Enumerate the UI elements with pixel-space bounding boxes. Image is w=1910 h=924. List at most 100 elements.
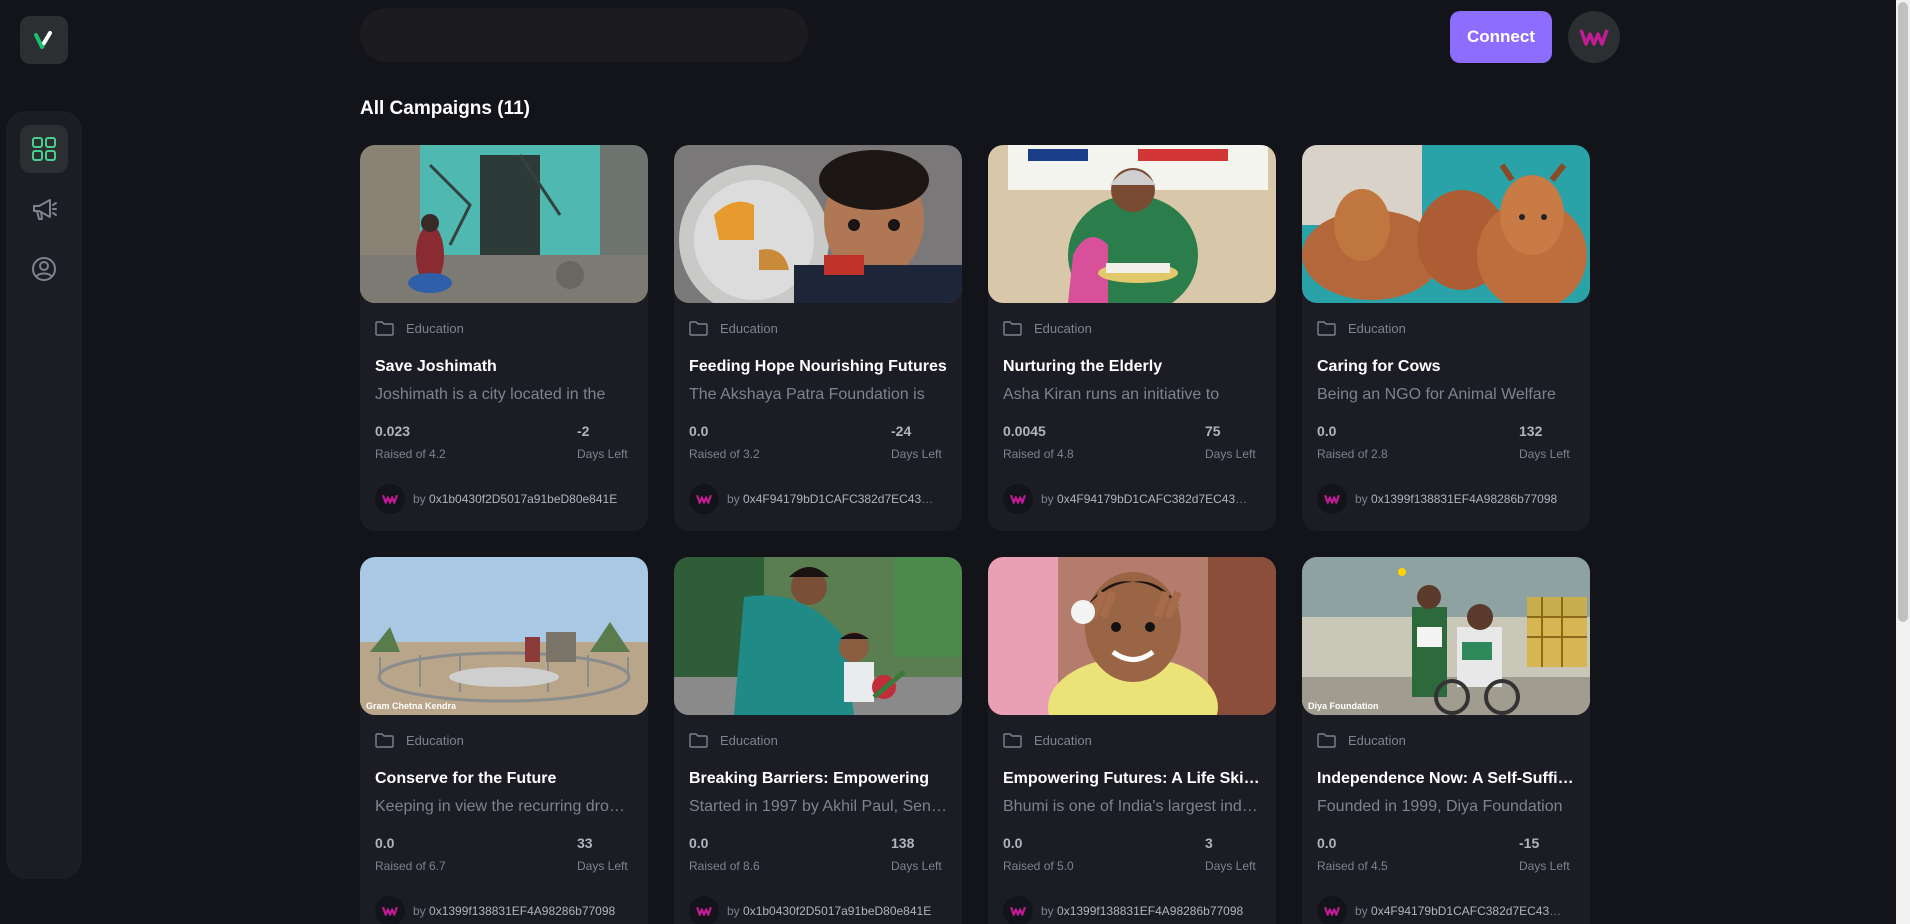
raised-of-target: Raised of 4.8 bbox=[1003, 447, 1074, 461]
owner-row: by 0x1399f138831EF4A98286b77098 bbox=[1317, 484, 1567, 514]
days-left-label: Days Left bbox=[891, 447, 942, 461]
profile-icon bbox=[32, 257, 56, 281]
folder-icon bbox=[375, 733, 394, 748]
raised-of-target: Raised of 6.7 bbox=[375, 859, 446, 873]
campaign-title: Independence Now: A Self-Sufficient bbox=[1317, 770, 1575, 787]
campaign-card[interactable]: Education Caring for Cows Being an NGO f… bbox=[1302, 145, 1590, 531]
dashboard-grid-icon bbox=[32, 137, 56, 161]
amount-raised: 0.023 bbox=[375, 423, 411, 439]
owner-avatar bbox=[1003, 484, 1033, 514]
campaign-image: Gram Chetna Kendra bbox=[360, 557, 648, 715]
raised-of-target: Raised of 3.2 bbox=[689, 447, 760, 461]
amount-raised: 0.0 bbox=[689, 835, 709, 851]
scrollbar[interactable] bbox=[1896, 0, 1910, 924]
campaign-title: Empowering Futures: A Life Skills bbox=[1003, 770, 1261, 787]
scrollbar-thumb[interactable] bbox=[1898, 2, 1908, 622]
image-caption: Diya Foundation bbox=[1308, 701, 1379, 711]
amount-raised: 0.0 bbox=[375, 835, 395, 851]
owner-address: by 0x1399f138831EF4A98286b77098 bbox=[413, 904, 616, 918]
sidebar-item-profile[interactable] bbox=[20, 245, 68, 293]
category-row: Education bbox=[1317, 321, 1406, 336]
amount-raised: 0.0045 bbox=[1003, 423, 1046, 439]
owner-logo-icon bbox=[696, 906, 712, 916]
owner-address: by 0x4F94179bD1CAFC382d7EC43264 bbox=[1041, 492, 1253, 506]
owner-logo-icon bbox=[1010, 494, 1026, 504]
campaign-description: Keeping in view the recurring drought bbox=[375, 798, 633, 815]
campaign-description: Bhumi is one of India's largest independ… bbox=[1003, 798, 1261, 815]
owner-row: by 0x1399f138831EF4A98286b77098 bbox=[1003, 896, 1253, 924]
amount-raised: 0.0 bbox=[1317, 835, 1337, 851]
campaign-image bbox=[988, 145, 1276, 303]
folder-icon bbox=[1317, 321, 1336, 336]
folder-icon bbox=[689, 733, 708, 748]
connect-button[interactable]: Connect bbox=[1450, 11, 1552, 63]
owner-avatar bbox=[1317, 484, 1347, 514]
owner-row: by 0x1399f138831EF4A98286b77098 bbox=[375, 896, 625, 924]
days-left-label: Days Left bbox=[1205, 447, 1256, 461]
raised-of-target: Raised of 5.0 bbox=[1003, 859, 1074, 873]
category-label: Education bbox=[720, 733, 778, 748]
campaign-megaphone-icon bbox=[33, 199, 57, 220]
folder-icon bbox=[1003, 321, 1022, 336]
days-left-label: Days Left bbox=[1519, 447, 1570, 461]
category-row: Education bbox=[1003, 321, 1092, 336]
campaign-description: The Akshaya Patra Foundation is bbox=[689, 386, 925, 403]
campaign-description: Joshimath is a city located in the bbox=[375, 386, 606, 403]
category-row: Education bbox=[375, 733, 464, 748]
days-left-label: Days Left bbox=[577, 447, 628, 461]
logo-icon bbox=[34, 31, 52, 49]
owner-row: by 0x4F94179bD1CAFC382d7EC43264 bbox=[689, 484, 939, 514]
folder-icon bbox=[375, 321, 394, 336]
campaign-description: Asha Kiran runs an initiative to bbox=[1003, 386, 1220, 403]
campaign-card[interactable]: Education Save Joshimath Joshimath is a … bbox=[360, 145, 648, 531]
folder-icon bbox=[1317, 733, 1336, 748]
days-left-value: 138 bbox=[891, 835, 915, 851]
owner-address: by 0x1b0430f2D5017a91beD80e841E bbox=[413, 492, 618, 506]
category-row: Education bbox=[1317, 733, 1406, 748]
sidebar-item-dashboard[interactable] bbox=[20, 125, 68, 173]
owner-logo-icon bbox=[1324, 494, 1340, 504]
campaign-image bbox=[988, 557, 1276, 715]
campaign-card[interactable]: Diya Foundation Education Independence N… bbox=[1302, 557, 1590, 924]
campaign-grid: Education Save Joshimath Joshimath is a … bbox=[360, 145, 1590, 924]
campaign-image bbox=[1302, 145, 1590, 303]
days-left-value: 132 bbox=[1519, 423, 1543, 439]
app-logo[interactable] bbox=[20, 16, 68, 64]
campaign-card[interactable]: Education Empowering Futures: A Life Ski… bbox=[988, 557, 1276, 924]
raised-of-target: Raised of 8.6 bbox=[689, 859, 760, 873]
days-left-value: -15 bbox=[1519, 835, 1540, 851]
owner-address: by 0x4F94179bD1CAFC382d7EC43264 bbox=[1355, 904, 1567, 918]
amount-raised: 0.0 bbox=[689, 423, 709, 439]
days-left-label: Days Left bbox=[577, 859, 628, 873]
campaign-card[interactable]: Education Breaking Barriers: Empowering … bbox=[674, 557, 962, 924]
folder-icon bbox=[1003, 733, 1022, 748]
days-left-label: Days Left bbox=[1205, 859, 1256, 873]
owner-logo-icon bbox=[382, 906, 398, 916]
owner-address: by 0x1399f138831EF4A98286b77098 bbox=[1041, 904, 1244, 918]
campaign-title: Feeding Hope Nourishing Futures bbox=[689, 358, 947, 375]
profile-avatar-button[interactable] bbox=[1568, 11, 1620, 63]
owner-avatar bbox=[375, 484, 405, 514]
sidebar-item-campaigns[interactable] bbox=[20, 185, 68, 233]
owner-address: by 0x4F94179bD1CAFC382d7EC43264 bbox=[727, 492, 939, 506]
category-row: Education bbox=[1003, 733, 1092, 748]
days-left-label: Days Left bbox=[891, 859, 942, 873]
campaign-title: Save Joshimath bbox=[375, 358, 497, 375]
owner-avatar bbox=[689, 896, 719, 924]
campaign-card[interactable]: Education Nurturing the Elderly Asha Kir… bbox=[988, 145, 1276, 531]
campaign-image bbox=[674, 145, 962, 303]
search-bar[interactable] bbox=[360, 8, 808, 62]
amount-raised: 0.0 bbox=[1317, 423, 1337, 439]
profile-logo-icon bbox=[1579, 29, 1609, 46]
days-left-value: 3 bbox=[1205, 835, 1213, 851]
category-label: Education bbox=[1348, 321, 1406, 336]
campaign-card[interactable]: Gram Chetna Kendra Education Conserve fo… bbox=[360, 557, 648, 924]
campaign-card[interactable]: Education Feeding Hope Nourishing Future… bbox=[674, 145, 962, 531]
campaign-title: Caring for Cows bbox=[1317, 358, 1441, 375]
category-label: Education bbox=[406, 321, 464, 336]
category-row: Education bbox=[689, 321, 778, 336]
campaign-description: Being an NGO for Animal Welfare bbox=[1317, 386, 1556, 403]
category-label: Education bbox=[1348, 733, 1406, 748]
owner-logo-icon bbox=[1324, 906, 1340, 916]
folder-icon bbox=[689, 321, 708, 336]
